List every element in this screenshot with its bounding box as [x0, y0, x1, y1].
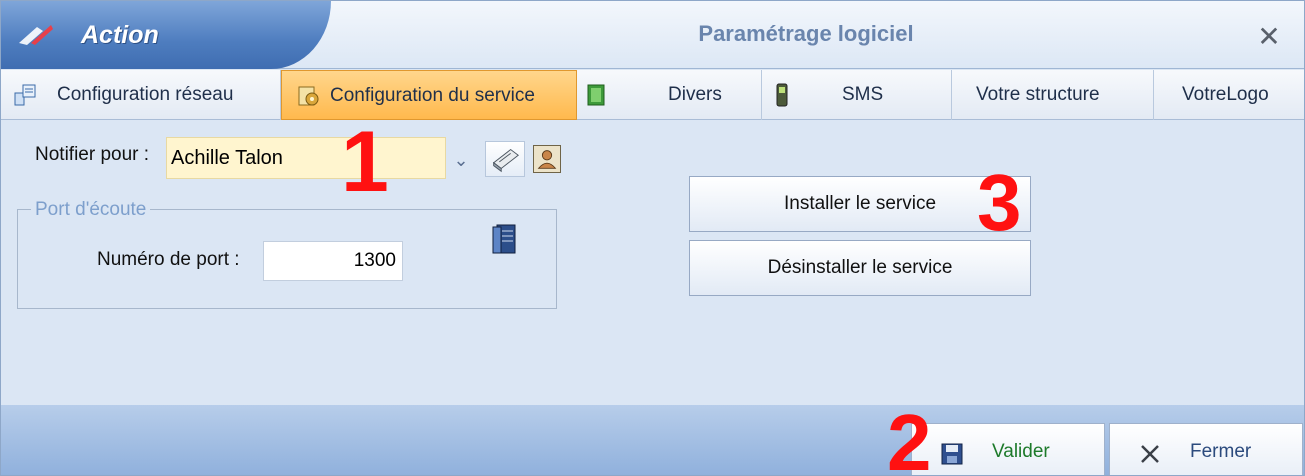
- settings-window: Action Paramétrage logiciel ✕ Configurat…: [0, 0, 1305, 476]
- tab-votre-structure[interactable]: Votre structure: [952, 70, 1154, 120]
- close-label: Fermer: [1190, 441, 1252, 462]
- port-number-label: Numéro de port :: [97, 249, 240, 270]
- annotation-number-3: 3: [977, 158, 1022, 247]
- tab-label: SMS: [842, 84, 884, 105]
- save-icon: [941, 443, 963, 465]
- contact-button[interactable]: [533, 145, 561, 173]
- title-bar: Action Paramétrage logiciel ✕: [1, 1, 1304, 69]
- address-book-button[interactable]: [485, 141, 525, 177]
- window-title: Paramétrage logiciel: [698, 21, 914, 46]
- notebook-icon: [587, 84, 605, 106]
- close-dialog-button[interactable]: Fermer: [1109, 423, 1303, 475]
- service-config-icon: [298, 86, 319, 106]
- close-button[interactable]: ✕: [1251, 19, 1287, 55]
- network-config-icon: [14, 84, 36, 106]
- address-book-icon: [492, 148, 520, 173]
- notify-recipient-input[interactable]: [166, 137, 446, 179]
- tab-label: Votre structure: [976, 84, 1100, 105]
- tab-label: Configuration réseau: [57, 84, 234, 105]
- tab-votre-logo[interactable]: VotreLogo: [1154, 70, 1304, 120]
- action-logo-icon: [19, 25, 53, 45]
- app-label: Action: [81, 21, 159, 49]
- tab-label: VotreLogo: [1182, 84, 1269, 105]
- server-icon: [492, 224, 516, 254]
- validate-label: Valider: [992, 441, 1050, 462]
- port-number-input[interactable]: [263, 241, 403, 281]
- annotation-number-1: 1: [341, 114, 389, 210]
- validate-button[interactable]: Valider: [911, 423, 1105, 475]
- chevron-down-icon[interactable]: ⌄: [448, 147, 474, 173]
- tab-configuration-service[interactable]: Configuration du service: [281, 70, 577, 120]
- mobile-phone-icon: [776, 83, 788, 107]
- tab-configuration-reseau[interactable]: Configuration réseau: [1, 70, 281, 120]
- tab-label: Divers: [668, 84, 722, 105]
- tab-bar: Configuration réseau Configuration du se…: [1, 70, 1304, 120]
- action-badge: Action: [1, 1, 331, 69]
- port-group-legend: Port d'écoute: [31, 199, 151, 221]
- contact-icon: [537, 150, 557, 169]
- footer-bar: Valider Fermer: [1, 405, 1304, 475]
- notify-label: Notifier pour :: [35, 144, 150, 165]
- tab-sms[interactable]: SMS: [762, 70, 952, 120]
- annotation-number-2: 2: [887, 398, 932, 476]
- tab-divers[interactable]: Divers: [578, 70, 762, 120]
- close-icon: [1141, 445, 1159, 463]
